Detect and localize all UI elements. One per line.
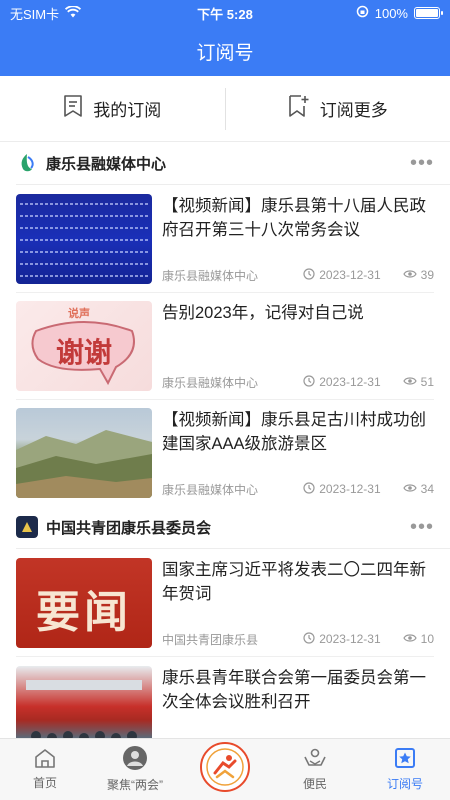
article-title: 康乐县青年联合会第一届委员会第一次全体会议胜利召开 (162, 669, 426, 711)
more-subscriptions-label: 订阅更多 (319, 101, 388, 120)
article-title: 国家主席习近平将发表二〇二四年新年贺词 (162, 560, 426, 603)
article-views: 51 (420, 375, 434, 389)
eye-icon (402, 375, 417, 389)
article-title: 【视频新闻】康乐县足古川村成功创建国家AAA级旅游景区 (162, 410, 426, 453)
tab-convenience[interactable]: 便民 (270, 739, 360, 800)
channel-name: 康乐县融媒体中心 (46, 155, 167, 173)
thumb-caption-big: 要闻 (36, 586, 132, 638)
wifi-icon (65, 4, 82, 21)
channel-header[interactable]: 中国共青团康乐县委员会 ••• (0, 506, 450, 548)
tab-center-logo[interactable] (180, 739, 270, 800)
article-thumbnail: 要闻 (16, 557, 152, 648)
thumb-caption-small: 说声 (68, 307, 90, 320)
thumb-caption-big: 谢谢 (55, 335, 112, 369)
tab-label: 订阅号 (386, 777, 423, 791)
tab-label: 便民 (302, 777, 327, 791)
article-source: 中国共青团康乐县 (162, 632, 259, 647)
article-source: 康乐县融媒体中心 (162, 375, 259, 390)
article-item[interactable]: 康乐县青年联合会第一届委员会第一次全体会议胜利召开 (0, 656, 450, 738)
article-views: 10 (420, 632, 434, 646)
article-meta: 康乐县融媒体中心 2023-12-31 34 (162, 481, 434, 498)
subscription-bar: 我的订阅 订阅更多 (0, 76, 450, 142)
article-source: 康乐县融媒体中心 (162, 268, 259, 283)
battery-percent: 100% (374, 5, 408, 21)
avatar-icon (123, 746, 147, 773)
article-thumbnail: 说声 谢谢 (16, 300, 152, 391)
tab-label: 聚焦“两会” (107, 778, 163, 792)
subscription-icon (394, 747, 416, 772)
rotation-lock-icon (356, 5, 369, 21)
battery-icon (413, 7, 443, 19)
clock-icon (303, 374, 315, 390)
article-thumbnail (16, 666, 152, 738)
center-logo (200, 741, 250, 792)
article-thumbnail (16, 193, 152, 284)
article-title: 【视频新闻】康乐县第十八届人民政府召开第三十八次常务会议 (162, 196, 426, 239)
article-date: 2023-12-31 (319, 632, 381, 646)
eye-icon (402, 268, 417, 282)
header: 无SIM卡 下午 5:28 100% 订阅号 (0, 0, 450, 76)
channel-name: 中国共青团康乐县委员会 (46, 519, 212, 537)
article-meta: 康乐县融媒体中心 2023-12-31 51 (162, 374, 434, 391)
article-views: 39 (420, 268, 434, 282)
eye-icon (402, 482, 417, 496)
tab-home[interactable]: 首页 (0, 739, 90, 800)
carrier-label: 无SIM卡 (10, 6, 60, 22)
home-icon (34, 748, 56, 771)
my-subscriptions-button[interactable]: 我的订阅 (0, 95, 225, 122)
article-date: 2023-12-31 (319, 375, 381, 389)
article-source: 康乐县融媒体中心 (162, 482, 259, 497)
tab-focus-two-sessions[interactable]: 聚焦“两会” (90, 739, 180, 800)
clock-icon (303, 481, 315, 497)
my-subscriptions-label: 我的订阅 (93, 101, 162, 120)
bookmark-list-icon (63, 95, 83, 122)
channel-logo-icon (16, 152, 38, 174)
clock: 下午 5:28 (197, 6, 253, 22)
article-thumbnail (16, 407, 152, 498)
tab-label: 首页 (32, 776, 57, 790)
more-options-icon[interactable]: ••• (410, 517, 434, 537)
status-bar: 无SIM卡 下午 5:28 100% (0, 0, 450, 26)
article-item[interactable]: 要闻 国家主席习近平将发表二〇二四年新年贺词 中国共青团康乐县 2023-12-… (0, 549, 450, 656)
channel-logo-icon (16, 516, 38, 538)
more-subscriptions-button[interactable]: 订阅更多 (226, 95, 450, 122)
feed[interactable]: 康乐县融媒体中心 ••• 【视频新闻】康乐县第十八届人民政府召开第三十八次常务会… (0, 142, 450, 738)
article-date: 2023-12-31 (319, 268, 381, 282)
eye-icon (402, 632, 417, 646)
article-views: 34 (420, 482, 434, 496)
article-meta: 康乐县融媒体中心 2023-12-31 39 (162, 267, 434, 284)
page-title: 订阅号 (196, 42, 254, 64)
article-item[interactable]: 【视频新闻】康乐县足古川村成功创建国家AAA级旅游景区 康乐县融媒体中心 202… (0, 399, 450, 506)
article-item[interactable]: 说声 谢谢 告别2023年，记得对自己说 康乐县融媒体中心 2023-12-31… (0, 292, 450, 399)
tab-bar: 首页 聚焦“两会” 便民 订阅号 (0, 738, 450, 800)
article-title: 告别2023年，记得对自己说 (162, 303, 364, 322)
article-date: 2023-12-31 (319, 482, 381, 496)
bookmark-add-icon (288, 95, 310, 122)
more-options-icon[interactable]: ••• (410, 153, 434, 173)
article-meta: 中国共青团康乐县 2023-12-31 10 (162, 631, 434, 648)
tab-subscription[interactable]: 订阅号 (360, 739, 450, 800)
clock-icon (303, 267, 315, 283)
clock-icon (303, 631, 315, 647)
article-item[interactable]: 【视频新闻】康乐县第十八届人民政府召开第三十八次常务会议 康乐县融媒体中心 20… (0, 185, 450, 292)
channel-header[interactable]: 康乐县融媒体中心 ••• (0, 142, 450, 184)
hands-icon (303, 747, 327, 772)
